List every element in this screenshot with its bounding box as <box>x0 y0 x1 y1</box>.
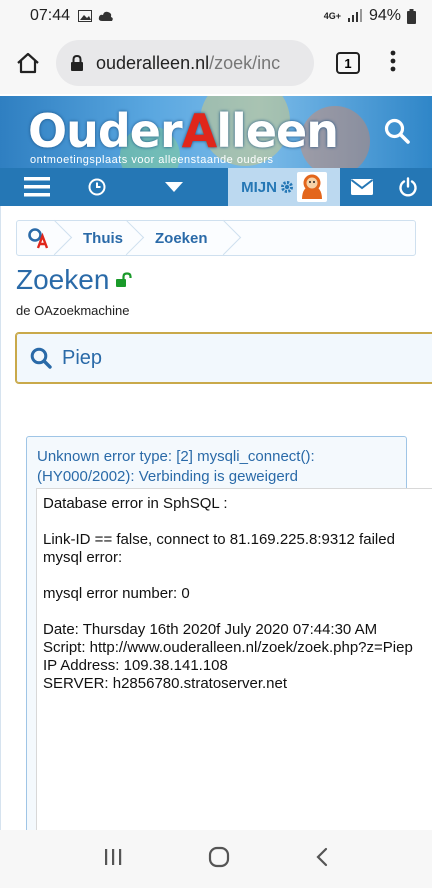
home-button[interactable] <box>0 52 56 74</box>
breadcrumb: Thuis Zoeken <box>16 220 416 256</box>
logo-text-lleen: lleen <box>216 104 339 158</box>
system-navigation-bar <box>0 830 432 888</box>
more-vert-icon <box>390 50 396 72</box>
error-line: Database error in SphSQL : <box>43 495 228 512</box>
search-icon <box>30 347 52 369</box>
recent-apps-icon <box>104 848 121 865</box>
error-line: Link-ID == false, connect to 81.169.225.… <box>43 531 395 548</box>
cloud-icon <box>98 11 113 21</box>
url-domain: ouderalleen.nl <box>96 52 210 73</box>
error-line: Script: http://www.ouderalleen.nl/zoek/z… <box>43 639 413 656</box>
logo-text-ouder: Ouder <box>28 104 183 158</box>
logout-button[interactable] <box>384 168 432 206</box>
error-header-text: Unknown error type: [2] mysqli_connect()… <box>37 448 315 485</box>
tab-switcher-button[interactable]: 1 <box>336 52 360 74</box>
mijn-account-button[interactable]: MIJN <box>228 168 340 206</box>
status-bar: 07:44 4G+ 94% <box>0 0 432 32</box>
back-button[interactable] <box>315 847 329 872</box>
network-type: 4G+ <box>323 11 341 21</box>
search-input[interactable]: Piep <box>15 332 432 384</box>
address-bar[interactable]: ouderalleen.nl/zoek/inc <box>56 40 314 86</box>
banner-search-button[interactable] <box>384 118 410 149</box>
status-notification-icons <box>78 10 114 22</box>
status-time: 07:44 <box>30 7 71 24</box>
error-line: IP Address: 109.38.141.108 <box>43 657 228 674</box>
breadcrumb-home-logo[interactable] <box>17 221 69 255</box>
breadcrumb-item-thuis[interactable]: Thuis <box>69 221 141 255</box>
url-path: /zoek/inc <box>209 52 281 73</box>
nav-dropdown-button[interactable] <box>120 168 228 206</box>
error-line: mysql error: <box>43 549 123 566</box>
site-banner: OuderAlleen ontmoetingsplaats voor allee… <box>0 96 432 168</box>
logo-text-a: A <box>181 104 218 158</box>
lock-icon <box>71 55 83 71</box>
search-value: Piep <box>62 346 103 369</box>
unlocked-icon <box>116 272 133 287</box>
home-circle-icon <box>208 846 230 867</box>
avatar <box>296 172 327 202</box>
caret-down-icon <box>165 182 183 192</box>
envelope-icon <box>350 179 374 195</box>
error-spacer <box>43 567 429 585</box>
browser-toolbar: ouderalleen.nl/zoek/inc 1 <box>0 32 432 94</box>
recent-activity-button[interactable] <box>74 168 120 206</box>
hamburger-menu-button[interactable] <box>0 168 74 206</box>
error-line: mysql error number: 0 <box>43 585 190 602</box>
browser-menu-button[interactable] <box>390 50 396 76</box>
error-spacer <box>43 603 429 621</box>
signal-icon <box>347 9 362 22</box>
battery-percent: 94% <box>368 7 401 24</box>
error-spacer <box>43 513 429 531</box>
site-navbar: MIJN <box>0 168 432 206</box>
oa-logo-icon <box>28 228 49 249</box>
gear-icon <box>280 181 293 193</box>
power-icon <box>399 177 417 197</box>
messages-button[interactable] <box>340 168 384 206</box>
error-line: SERVER: h2856780.stratoserver.net <box>43 675 288 692</box>
gallery-icon <box>78 10 93 22</box>
avatar-cartoon-icon <box>301 174 322 199</box>
site-tagline: ontmoetingsplaats voor alleenstaande oud… <box>30 154 274 166</box>
site-logo[interactable]: OuderAlleen <box>28 104 339 158</box>
home-nav-button[interactable] <box>208 846 230 873</box>
home-icon <box>17 52 39 74</box>
breadcrumb-item-zoeken[interactable]: Zoeken <box>141 221 226 255</box>
mijn-label: MIJN <box>241 178 277 196</box>
page-title: Zoeken <box>16 264 133 296</box>
battery-icon <box>407 8 416 24</box>
back-chevron-icon <box>316 847 328 866</box>
page-title-text: Zoeken <box>16 264 110 295</box>
recent-apps-button[interactable] <box>103 848 123 871</box>
database-error-panel: Database error in SphSQL : Link-ID == fa… <box>36 488 432 838</box>
error-line: Date: Thursday 16th 2020f July 2020 07:4… <box>43 621 378 638</box>
content-border <box>0 206 1 830</box>
search-icon <box>384 118 410 144</box>
hamburger-icon <box>24 177 50 197</box>
page-subtitle: de OAzoekmachine <box>16 303 130 318</box>
clock-icon <box>88 178 106 196</box>
